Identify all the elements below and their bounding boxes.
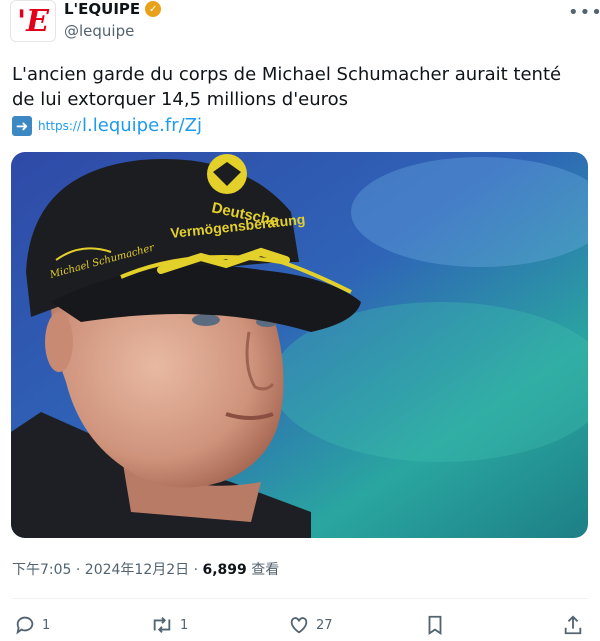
repost-icon xyxy=(153,617,171,633)
like-button[interactable]: 27 xyxy=(288,614,333,636)
reply-count: 1 xyxy=(42,617,51,633)
heart-icon xyxy=(290,617,308,634)
view-count: 6,899 xyxy=(202,562,247,578)
tweet-text: L'ancien garde du corps de Michael Schum… xyxy=(12,64,562,110)
tweet-timestamp[interactable]: 下午7:05 · 2024年12月2日 · xyxy=(12,562,203,578)
account-name[interactable]: L'EQUIPE xyxy=(64,0,140,18)
tweet-photo[interactable]: Deutsche Vermögensberatung Michael Schum… xyxy=(11,152,588,538)
bookmark-button[interactable] xyxy=(425,614,445,636)
account-handle[interactable]: @lequipe xyxy=(64,22,134,40)
reply-icon xyxy=(16,616,34,635)
account-name-row[interactable]: L'EQUIPE ✓ xyxy=(64,0,162,18)
link-prefix[interactable]: https:// xyxy=(38,119,81,133)
views-label: 查看 xyxy=(246,562,280,578)
repost-button[interactable]: 1 xyxy=(150,614,188,636)
reply-button[interactable]: 1 xyxy=(14,614,50,636)
tweet-link[interactable]: l.lequipe.fr/Zj xyxy=(82,115,202,136)
like-count: 27 xyxy=(316,617,333,633)
share-button[interactable] xyxy=(562,614,584,636)
verified-badge-icon: ✓ xyxy=(145,1,162,17)
share-icon xyxy=(564,615,582,635)
bookmark-icon xyxy=(428,615,442,635)
tweet-link-row: ➜ https:// l.lequipe.fr/Zj xyxy=(12,115,202,136)
right-arrow-emoji-icon: ➜ xyxy=(12,115,32,136)
account-logo[interactable]: 'E xyxy=(10,0,56,42)
tweet-meta: 下午7:05 · 2024年12月2日 · 6,899 查看 xyxy=(12,559,279,579)
more-options-icon[interactable]: ••• xyxy=(568,2,600,23)
repost-count: 1 xyxy=(180,617,189,633)
divider xyxy=(12,598,588,599)
